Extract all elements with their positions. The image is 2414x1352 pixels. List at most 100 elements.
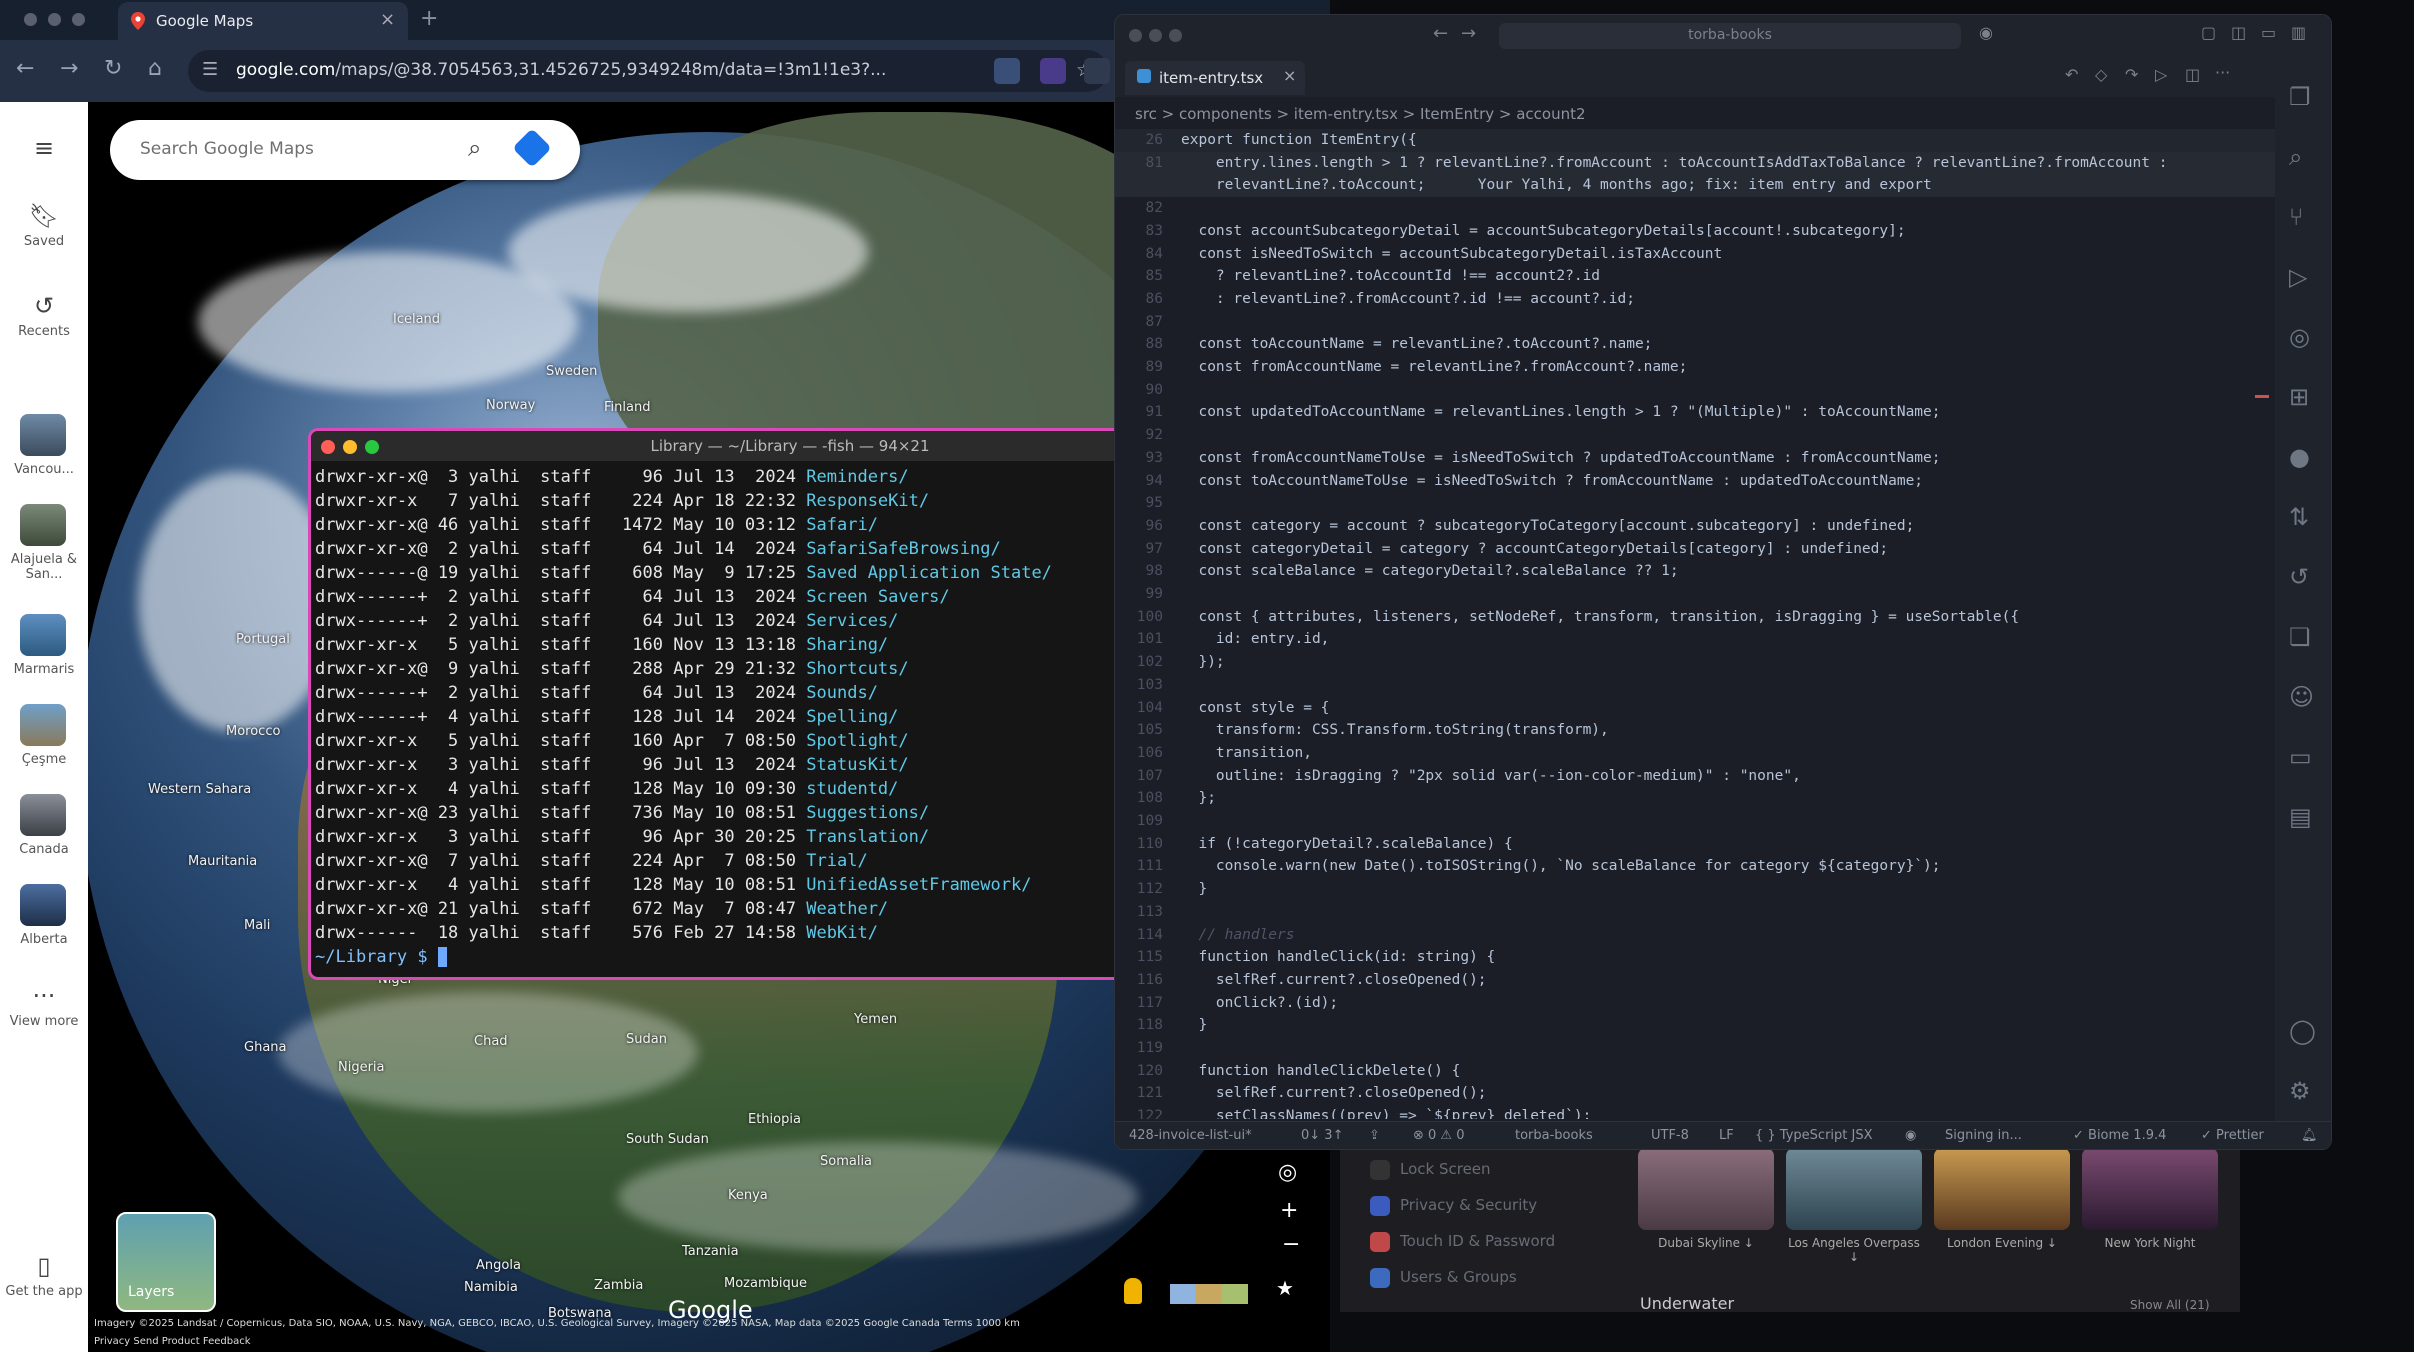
minimize-button[interactable] (1149, 29, 1162, 42)
code-line[interactable]: 104 const style = { (1115, 697, 2275, 720)
code-line[interactable]: 113 (1115, 901, 2275, 924)
code-line[interactable]: 108 }; (1115, 787, 2275, 810)
saved-button[interactable]: 🔖︎ Saved (0, 202, 88, 249)
new-tab-button[interactable]: + (420, 6, 438, 31)
code-line[interactable]: 110 if (!categoryDetail?.scaleBalance) { (1115, 833, 2275, 856)
code-line[interactable]: 116 selfRef.current?.closeOpened(); (1115, 969, 2275, 992)
code-line[interactable]: 118 } (1115, 1014, 2275, 1037)
github-icon[interactable]: ● (2289, 443, 2310, 471)
code-line[interactable]: 97 const categoryDetail = category ? acc… (1115, 538, 2275, 561)
map-footer-links[interactable]: Privacy Send Product Feedback (94, 1336, 251, 1347)
open-changes-icon[interactable]: ◇ (2095, 65, 2107, 84)
extension-icon[interactable] (994, 58, 1020, 84)
code-line[interactable]: 101 id: entry.id, (1115, 628, 2275, 651)
run-icon[interactable]: ▷ (2155, 65, 2167, 84)
code-line[interactable]: 88 const toAccountName = relevantLine?.t… (1115, 333, 2275, 356)
settings-item[interactable]: Lock Screen (1400, 1160, 1491, 1178)
code-line[interactable]: 96 const category = account ? subcategor… (1115, 515, 2275, 538)
code-line[interactable]: 105 transform: CSS.Transform.toString(tr… (1115, 719, 2275, 742)
settings-item[interactable]: Touch ID & Password (1400, 1232, 1555, 1250)
code-line[interactable]: 106 transition, (1115, 742, 2275, 765)
breadcrumb[interactable]: src > components > item-entry.tsx > Item… (1135, 105, 1586, 123)
code-line[interactable]: 94 const toAccountNameToUse = isNeedToSw… (1115, 470, 2275, 493)
browser-tab-google-maps[interactable]: Google Maps × (118, 2, 408, 40)
code-line[interactable]: 102 }); (1115, 651, 2275, 674)
pull-requests-icon[interactable]: ⇅ (2289, 503, 2309, 531)
signing-status[interactable]: Signing in... (1945, 1128, 2022, 1143)
more-actions-icon[interactable]: ··· (2215, 63, 2230, 82)
wallpaper-thumbnail[interactable] (1786, 1148, 1922, 1230)
code-line[interactable]: 115 function handleClick(id: string) { (1115, 946, 2275, 969)
code-line[interactable]: 119 (1115, 1037, 2275, 1060)
copilot-icon[interactable]: ◉ (1979, 23, 1993, 42)
code-line[interactable]: 86 : relevantLine?.fromAccount?.id !== a… (1115, 288, 2275, 311)
code-line[interactable]: relevantLine?.toAccount; Your Yalhi, 4 m… (1115, 174, 2275, 198)
extension-icon[interactable] (1040, 58, 1066, 84)
layout-toggle-icon[interactable]: ▭ (2261, 23, 2276, 42)
zoom-button[interactable] (1169, 29, 1182, 42)
my-location-icon[interactable]: ◎ (1278, 1160, 1297, 1185)
code-line[interactable]: 91 const updatedToAccountName = relevant… (1115, 401, 2275, 424)
code-line[interactable]: 84 const isNeedToSwitch = accountSubcate… (1115, 243, 2275, 266)
search-input[interactable]: Search Google Maps (140, 139, 314, 159)
home-button[interactable]: ⌂ (148, 56, 162, 81)
code-line[interactable]: 82 (1115, 197, 2275, 220)
code-line[interactable]: 117 onClick?.(id); (1115, 992, 2275, 1015)
remote-icon[interactable]: ◎ (2289, 323, 2310, 351)
window-close-button[interactable] (24, 13, 37, 26)
search-icon[interactable]: ⌕ (468, 134, 481, 162)
run-debug-icon[interactable]: ▷ (2289, 263, 2307, 291)
layout-customize-icon[interactable]: ▥ (2291, 23, 2306, 42)
timeline-icon[interactable]: ↺ (2289, 563, 2309, 591)
settings-item[interactable]: Privacy & Security (1400, 1196, 1537, 1214)
pegman-icon[interactable] (1124, 1278, 1142, 1304)
zoom-in-button[interactable]: + (1280, 1198, 1298, 1223)
editor-tab-item-entry[interactable]: item-entry.tsx × (1125, 61, 1305, 95)
code-line[interactable]: 89 const fromAccountName = relevantLine?… (1115, 356, 2275, 379)
window-minimize-button[interactable] (48, 13, 61, 26)
back-button[interactable]: ← (16, 56, 34, 81)
code-line[interactable]: 99 (1115, 583, 2275, 606)
wallpaper-thumbnail[interactable] (2082, 1148, 2218, 1230)
code-line[interactable]: 112 } (1115, 878, 2275, 901)
imagery-thumbnails[interactable] (1170, 1284, 1248, 1304)
folder-icon[interactable]: ▤ (2289, 803, 2312, 831)
code-line[interactable]: 111 console.warn(new Date().toISOString(… (1115, 855, 2275, 878)
code-line[interactable]: 85 ? relevantLine?.toAccountId !== accou… (1115, 265, 2275, 288)
layout-toggle-icon[interactable]: ◫ (2231, 23, 2246, 42)
line-ending[interactable]: LF (1719, 1128, 1734, 1143)
forward-button[interactable]: → (60, 56, 78, 81)
code-line[interactable]: 103 (1115, 674, 2275, 697)
go-back-icon[interactable]: ↶ (2065, 65, 2078, 84)
code-line[interactable]: 81 entry.lines.length > 1 ? relevantLine… (1115, 151, 2275, 175)
workspace-folder[interactable]: torba-books (1515, 1128, 1593, 1143)
copilot-icon[interactable]: ☺ (2289, 683, 2314, 711)
account-icon[interactable]: ◯ (2289, 1017, 2316, 1045)
go-forward-icon[interactable]: ↷ (2125, 65, 2138, 84)
site-info-icon[interactable]: ☰ (202, 59, 218, 80)
code-line[interactable]: 114 // handlers (1115, 924, 2275, 947)
nav-forward-icon[interactable]: → (1461, 23, 1476, 44)
directions-icon[interactable] (512, 128, 552, 168)
copy-icon[interactable]: ❏ (2289, 623, 2311, 651)
globe-toggle-icon[interactable]: ★ (1276, 1276, 1294, 1300)
wallpaper-thumbnail[interactable] (1934, 1148, 2070, 1230)
menu-button[interactable]: ≡ (0, 134, 88, 162)
recents-button[interactable]: ↺ Recents (0, 292, 88, 339)
code-line[interactable]: 90 (1115, 379, 2275, 402)
git-sync-status[interactable]: 0↓ 3↑ (1301, 1128, 1343, 1143)
source-control-icon[interactable]: ⑂ (2289, 203, 2303, 231)
recent-place-thumbnail[interactable] (20, 414, 66, 456)
code-line[interactable]: 109 (1115, 810, 2275, 833)
code-line[interactable]: 26 export function ItemEntry({ (1115, 129, 2275, 152)
view-more-button[interactable]: ··· View more (0, 982, 88, 1029)
code-line[interactable]: 87 (1115, 311, 2275, 334)
code-line[interactable]: 120 function handleClickDelete() { (1115, 1060, 2275, 1083)
extension-icon[interactable] (1084, 58, 1110, 84)
extensions-icon[interactable]: ⊞ (2289, 383, 2309, 411)
chat-icon[interactable]: ▭ (2289, 743, 2312, 771)
split-editor-icon[interactable]: ◫ (2185, 65, 2200, 84)
explorer-icon[interactable]: ❐ (2289, 83, 2311, 111)
code-line[interactable]: 107 outline: isDragging ? "2px solid var… (1115, 765, 2275, 788)
encoding[interactable]: UTF-8 (1651, 1128, 1689, 1143)
